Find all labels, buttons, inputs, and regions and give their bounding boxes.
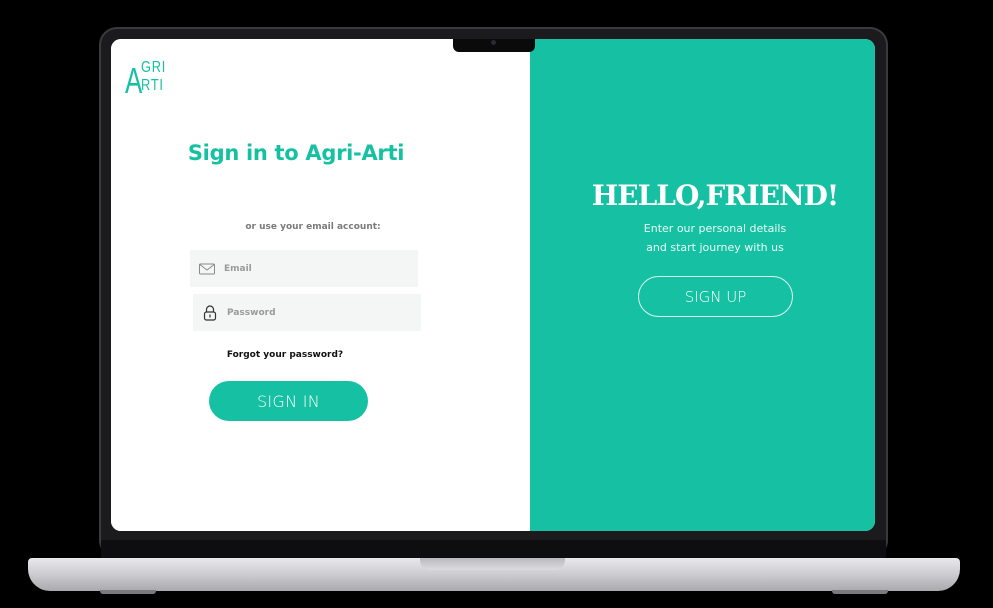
camera-icon (491, 40, 496, 45)
logo-line-1: GRI (141, 59, 167, 76)
email-field[interactable] (190, 250, 418, 287)
welcome-heading: HELLO,FRIEND! (591, 179, 839, 212)
password-field[interactable] (193, 294, 421, 331)
laptop-base-opening (420, 558, 565, 570)
laptop-foot-right (832, 590, 888, 594)
logo-initial: A (125, 60, 143, 101)
laptop-foot-left (100, 590, 156, 594)
welcome-panel: HELLO,FRIEND! Enter our personal details… (530, 39, 875, 531)
signin-title: Sign in to Agri-Arti (187, 141, 405, 165)
laptop-screen: A GRI RTI Sign in to Agri-Arti or use yo… (111, 39, 875, 531)
welcome-line-2: and start journey with us (646, 241, 784, 254)
welcome-tagline: Enter our personal details and start jou… (530, 219, 875, 257)
signin-subtitle: or use your email account: (245, 222, 381, 232)
sign-up-button[interactable]: SIGN UP (638, 276, 793, 317)
email-input[interactable] (224, 250, 410, 287)
laptop-bezel (101, 540, 886, 560)
camera-notch (453, 39, 535, 52)
logo-line-2: RTI (141, 77, 164, 94)
welcome-line-1: Enter our personal details (643, 222, 787, 235)
password-input[interactable] (227, 294, 413, 331)
forgot-password-link[interactable]: Forgot your password? (111, 350, 459, 360)
mail-icon (198, 260, 216, 278)
sign-in-button[interactable]: SIGN IN (209, 381, 368, 421)
signin-panel: A GRI RTI Sign in to Agri-Arti or use yo… (111, 39, 530, 531)
agri-arti-logo: A GRI RTI (125, 59, 185, 99)
lock-icon (201, 304, 219, 322)
